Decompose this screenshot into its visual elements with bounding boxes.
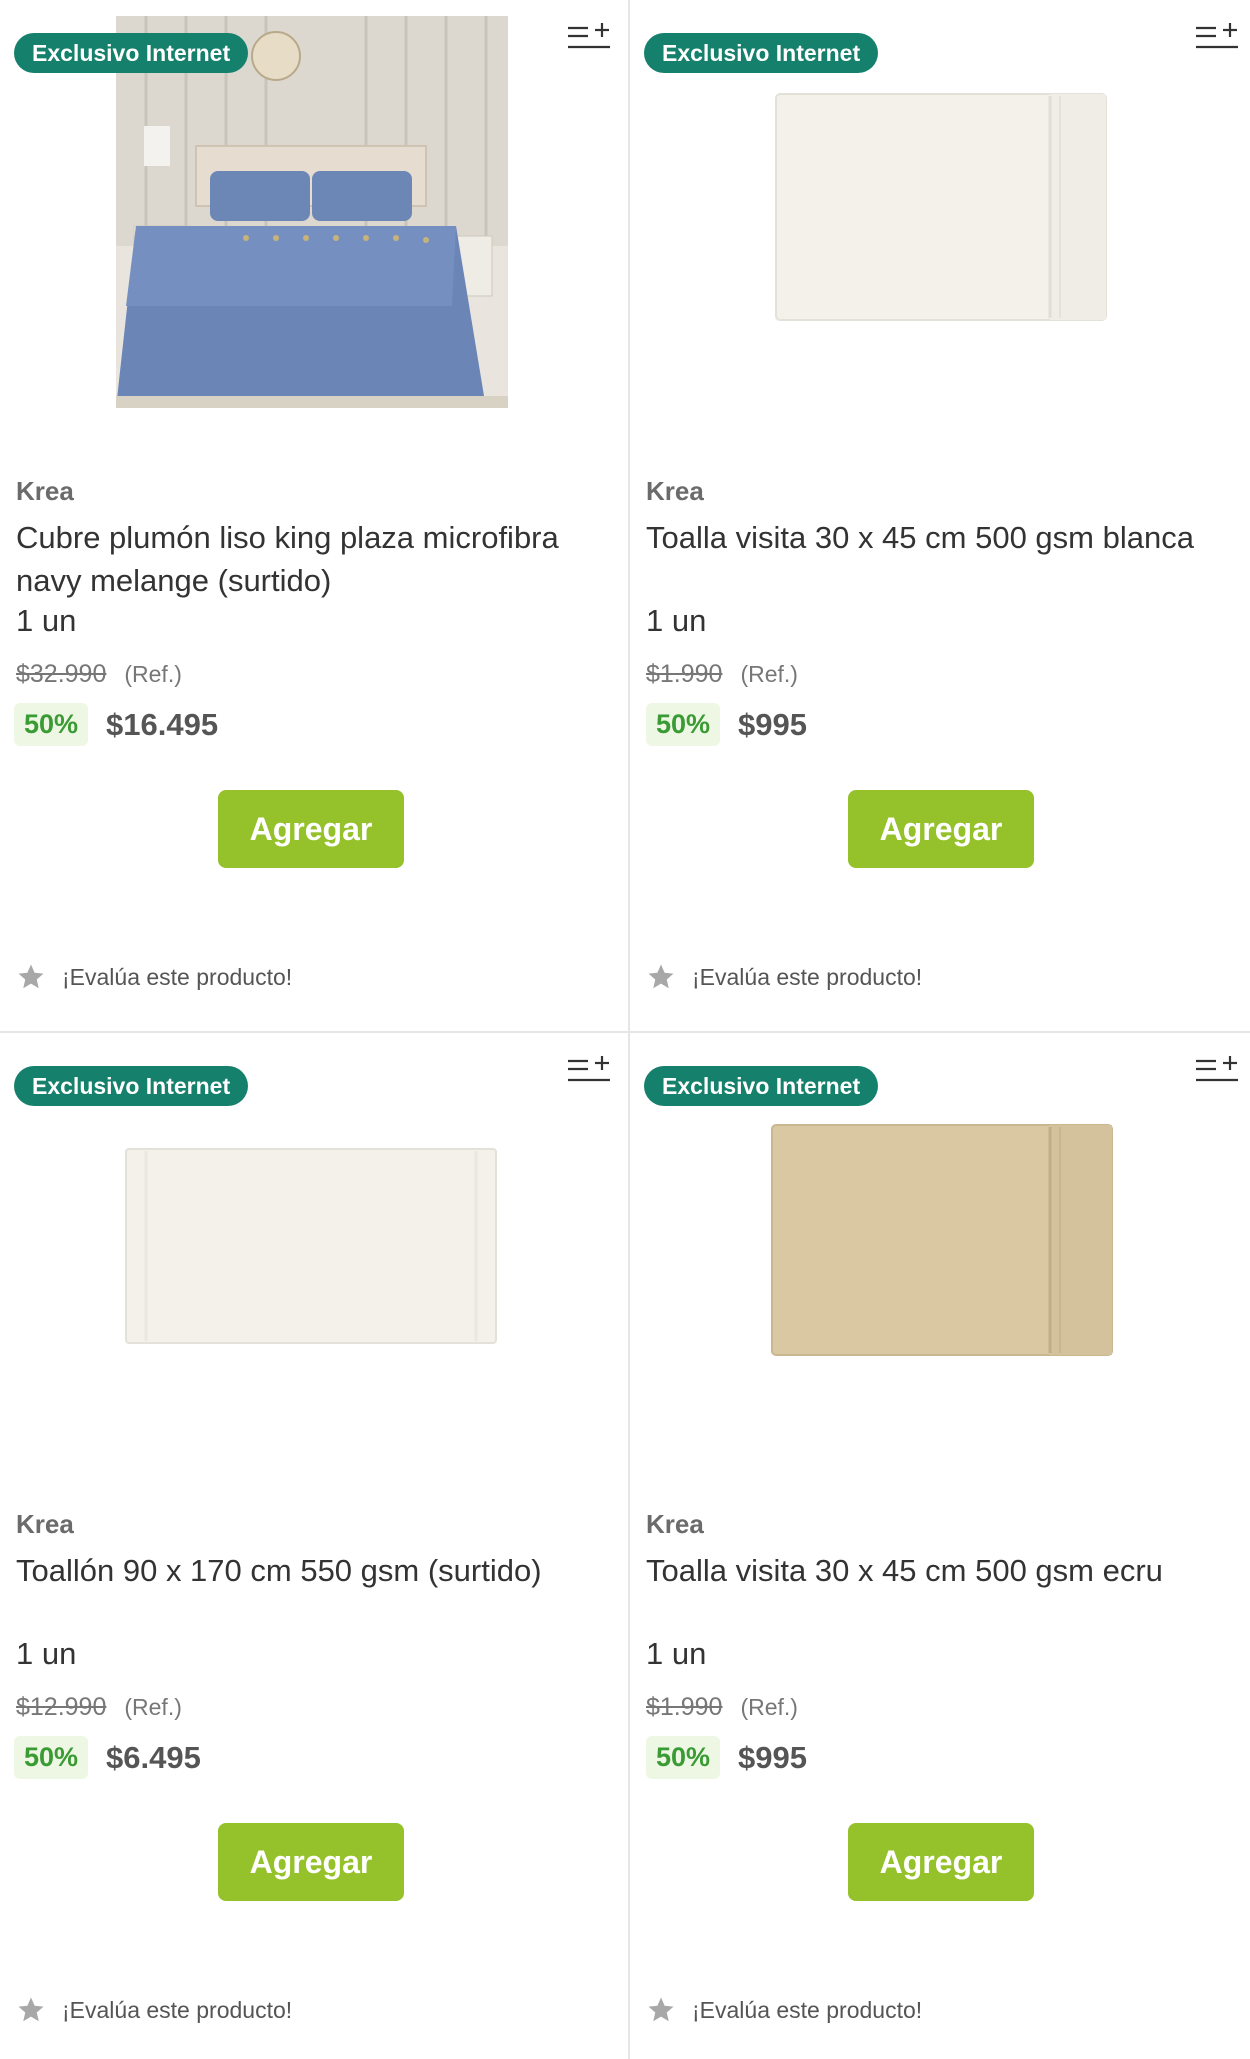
compare-add-icon[interactable]: [566, 1053, 612, 1085]
price-row: 50% $995: [646, 1736, 807, 1779]
add-to-cart-button[interactable]: Agregar: [218, 790, 404, 868]
rate-product-label: ¡Evalúa este producto!: [692, 1996, 923, 2023]
star-icon[interactable]: [646, 962, 676, 992]
old-price: $32.990: [16, 660, 107, 688]
compare-add-icon[interactable]: [1194, 20, 1240, 52]
ref-label: (Ref.): [124, 661, 182, 687]
bath-towel-icon: [125, 1148, 497, 1344]
discount-badge: 50%: [646, 703, 721, 746]
current-price: $995: [738, 706, 808, 742]
product-card[interactable]: Exclusivo Internet Krea Toalla visita 30…: [630, 1033, 1250, 2059]
add-to-cart-button[interactable]: Agregar: [848, 1823, 1034, 1901]
add-to-cart-button[interactable]: Agregar: [848, 790, 1034, 868]
product-name[interactable]: Cubre plumón liso king plaza microfibra …: [16, 516, 606, 602]
product-name[interactable]: Toalla visita 30 x 45 cm 500 gsm blanca: [646, 516, 1236, 559]
towel-white-icon: [775, 93, 1107, 321]
current-price: $16.495: [106, 706, 219, 742]
bedspread-icon: [116, 16, 508, 408]
current-price: $6.495: [106, 1739, 201, 1775]
compare-add-icon[interactable]: [1194, 1053, 1240, 1085]
product-brand: Krea: [16, 476, 74, 506]
price-row: 50% $16.495: [14, 703, 218, 746]
star-icon[interactable]: [16, 962, 46, 992]
discount-badge: 50%: [14, 1736, 89, 1779]
ref-label: (Ref.): [124, 1694, 182, 1720]
ref-label: (Ref.): [740, 661, 798, 687]
product-unit: 1 un: [16, 1636, 77, 1671]
ref-label: (Ref.): [740, 1694, 798, 1720]
rate-product-link[interactable]: ¡Evalúa este producto!: [646, 1995, 922, 2025]
rate-product-link[interactable]: ¡Evalúa este producto!: [16, 1995, 292, 2025]
exclusive-badge: Exclusivo Internet: [14, 33, 249, 73]
product-name[interactable]: Toalla visita 30 x 45 cm 500 gsm ecru: [646, 1549, 1236, 1592]
price-row: 50% $6.495: [14, 1736, 201, 1779]
discount-badge: 50%: [14, 703, 89, 746]
reference-price-row: $32.990 (Ref.): [16, 660, 182, 689]
product-unit: 1 un: [646, 603, 707, 638]
compare-add-icon[interactable]: [566, 20, 612, 52]
old-price: $12.990: [16, 1693, 107, 1721]
product-unit: 1 un: [16, 603, 77, 638]
rate-product-label: ¡Evalúa este producto!: [692, 963, 923, 990]
towel-ecru-icon: [771, 1124, 1113, 1356]
reference-price-row: $12.990 (Ref.): [16, 1693, 182, 1722]
product-brand: Krea: [646, 1509, 704, 1539]
rate-product-label: ¡Evalúa este producto!: [62, 963, 293, 990]
old-price: $1.990: [646, 1693, 723, 1721]
rate-product-link[interactable]: ¡Evalúa este producto!: [646, 962, 922, 992]
add-to-cart-button[interactable]: Agregar: [218, 1823, 404, 1901]
product-brand: Krea: [646, 476, 704, 506]
rate-product-label: ¡Evalúa este producto!: [62, 1996, 293, 2023]
reference-price-row: $1.990 (Ref.): [646, 1693, 798, 1722]
rate-product-link[interactable]: ¡Evalúa este producto!: [16, 962, 292, 992]
star-icon[interactable]: [16, 1995, 46, 2025]
old-price: $1.990: [646, 660, 723, 688]
exclusive-badge: Exclusivo Internet: [644, 33, 879, 73]
reference-price-row: $1.990 (Ref.): [646, 660, 798, 689]
product-unit: 1 un: [646, 1636, 707, 1671]
exclusive-badge: Exclusivo Internet: [644, 1066, 879, 1106]
product-grid: Exclusivo Internet Krea Cubre plumón lis…: [0, 0, 1250, 2059]
product-card[interactable]: Exclusivo Internet Krea Toallón 90 x 170…: [0, 1033, 630, 2059]
star-icon[interactable]: [646, 1995, 676, 2025]
product-brand: Krea: [16, 1509, 74, 1539]
product-name[interactable]: Toallón 90 x 170 cm 550 gsm (surtido): [16, 1549, 606, 1592]
discount-badge: 50%: [646, 1736, 721, 1779]
exclusive-badge: Exclusivo Internet: [14, 1066, 249, 1106]
price-row: 50% $995: [646, 703, 807, 746]
current-price: $995: [738, 1739, 808, 1775]
product-card[interactable]: Exclusivo Internet Krea Cubre plumón lis…: [0, 0, 630, 1033]
product-card[interactable]: Exclusivo Internet Krea Toalla visita 30…: [630, 0, 1250, 1033]
